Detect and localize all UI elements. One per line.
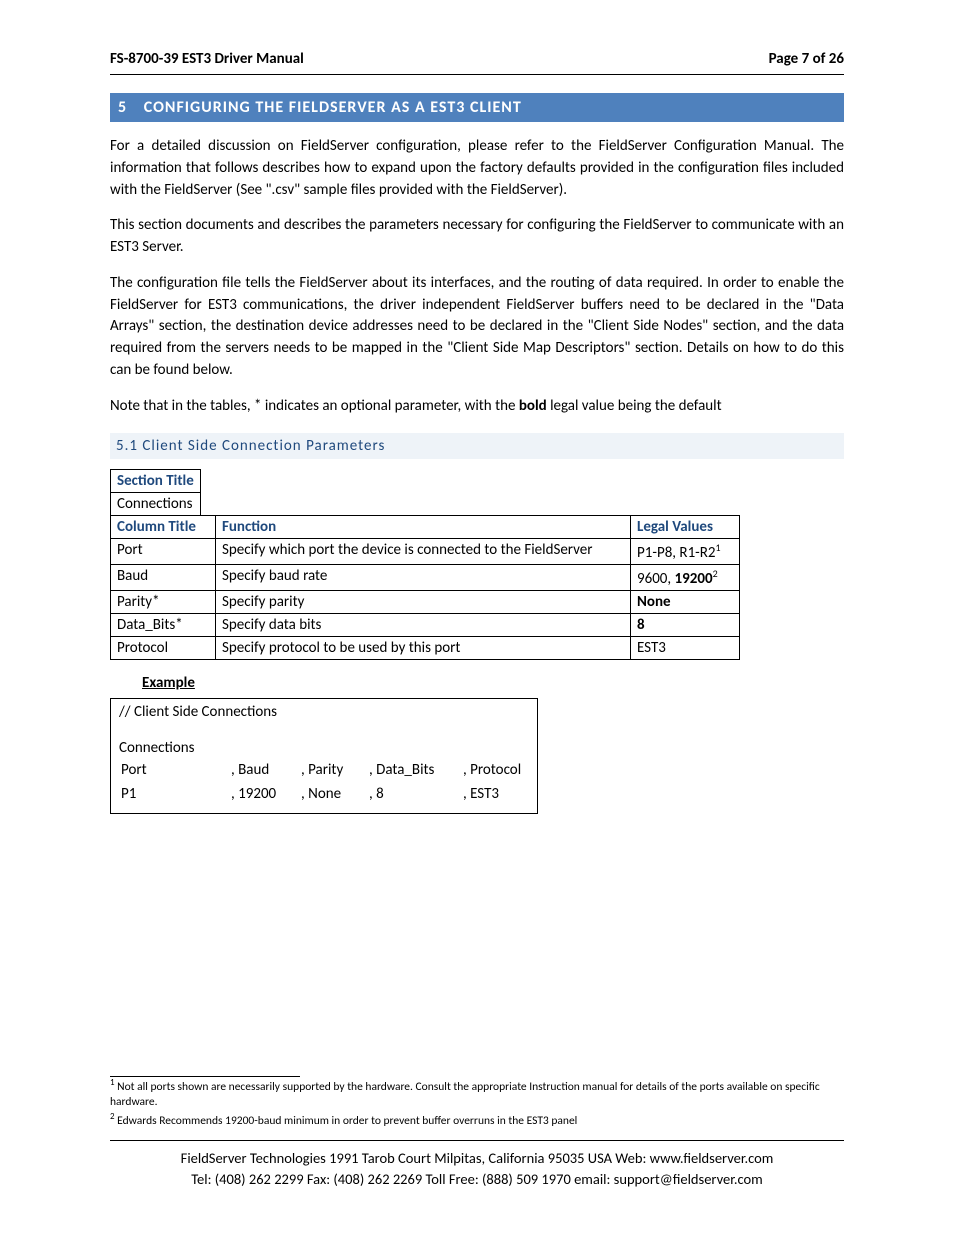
header-right: Page 7 of 26 xyxy=(769,50,844,68)
subsection-heading: 5.1 Client Side Connection Parameters xyxy=(110,433,844,459)
cell: EST3 xyxy=(631,637,740,660)
section-title: CONFIGURING THE FIELDSERVER AS A EST3 CL… xyxy=(144,98,522,117)
footnote-text: Edwards Recommends 19200-baud minimum in… xyxy=(115,1113,578,1127)
cell: Specify which port the device is connect… xyxy=(216,539,631,565)
example-line: Connections xyxy=(119,739,529,757)
cell: , 19200 xyxy=(225,783,293,805)
cell: Port xyxy=(111,539,216,565)
cell-bold: 8 xyxy=(637,616,645,634)
table-row: Protocol Specify protocol to be used by … xyxy=(111,637,740,660)
cell: , Baud xyxy=(225,759,293,781)
table-row: Connections xyxy=(111,493,201,516)
footer-rule xyxy=(110,1140,844,1141)
cell: Specify data bits xyxy=(216,614,631,637)
parameters-table-body: Column Title Function Legal Values Port … xyxy=(110,515,740,660)
footnote-ref: 2 xyxy=(713,567,718,580)
table-row: Baud Specify baud rate 9600, 192002 xyxy=(111,565,740,591)
cell: , Protocol xyxy=(457,759,527,781)
paragraph-1: For a detailed discussion on FieldServer… xyxy=(110,136,844,201)
p4-bold: bold xyxy=(519,397,547,415)
paragraph-2: This section documents and describes the… xyxy=(110,215,844,259)
cell: Baud xyxy=(111,565,216,591)
section-title-value: Connections xyxy=(111,493,201,516)
cell-bold: 19200 xyxy=(675,570,713,588)
cell: None xyxy=(631,591,740,614)
footnote-1: 1 Not all ports shown are necessarily su… xyxy=(110,1077,844,1111)
cell: , Data_Bits xyxy=(363,759,455,781)
table-row: Port Specify which port the device is co… xyxy=(111,539,740,565)
table-row: Column Title Function Legal Values xyxy=(111,516,740,539)
cell: , Parity xyxy=(295,759,361,781)
paragraph-4: Note that in the tables, * indicates an … xyxy=(110,396,844,418)
cell: , None xyxy=(295,783,361,805)
page-footer: FieldServer Technologies 1991 Tarob Cour… xyxy=(110,1148,844,1189)
cell: Specify parity xyxy=(216,591,631,614)
table-row: Data_Bits* Specify data bits 8 xyxy=(111,614,740,637)
col-header: Column Title xyxy=(111,516,216,539)
footnote-2: 2 Edwards Recommends 19200-baud minimum … xyxy=(110,1111,844,1129)
section-title-header: Section Title xyxy=(111,470,201,493)
footnote-text: Not all ports shown are necessarily supp… xyxy=(110,1080,820,1110)
cell-text: 9600, xyxy=(637,570,675,588)
footnotes: 1 Not all ports shown are necessarily su… xyxy=(110,1076,844,1129)
footer-line-2: Tel: (408) 262 2299 Fax: (408) 262 2269 … xyxy=(110,1169,844,1189)
header-left: FS-8700-39 EST3 Driver Manual xyxy=(110,50,304,68)
table-row: Port , Baud , Parity , Data_Bits , Proto… xyxy=(121,759,527,781)
example-inner-table: Port , Baud , Parity , Data_Bits , Proto… xyxy=(119,757,529,807)
spacer xyxy=(119,721,529,739)
p4-pre: Note that in the tables, * indicates an … xyxy=(110,397,519,415)
paragraph-3: The configuration file tells the FieldSe… xyxy=(110,273,844,382)
col-header: Function xyxy=(216,516,631,539)
section-number: 5 xyxy=(118,98,139,117)
example-cell: // Client Side Connections Connections P… xyxy=(111,699,538,814)
cell: Specify protocol to be used by this port xyxy=(216,637,631,660)
cell: Protocol xyxy=(111,637,216,660)
section-heading: 5 CONFIGURING THE FIELDSERVER AS A EST3 … xyxy=(110,93,844,122)
cell: Port xyxy=(121,759,223,781)
example-table: // Client Side Connections Connections P… xyxy=(110,698,538,814)
cell-bold: None xyxy=(637,593,671,611)
cell: P1-P8, R1-R21 xyxy=(631,539,740,565)
cell: , 8 xyxy=(363,783,455,805)
example-line: // Client Side Connections xyxy=(119,703,529,721)
cell: Data_Bits* xyxy=(111,614,216,637)
footer-line-1: FieldServer Technologies 1991 Tarob Cour… xyxy=(110,1148,844,1168)
page: FS-8700-39 EST3 Driver Manual Page 7 of … xyxy=(0,0,954,1235)
cell: P1 xyxy=(121,783,223,805)
footnote-ref: 1 xyxy=(716,541,721,554)
table-row: Parity* Specify parity None xyxy=(111,591,740,614)
cell: 8 xyxy=(631,614,740,637)
example-label: Example xyxy=(142,674,844,692)
cell: 9600, 192002 xyxy=(631,565,740,591)
table-row: P1 , 19200 , None , 8 , EST3 xyxy=(121,783,527,805)
page-header: FS-8700-39 EST3 Driver Manual Page 7 of … xyxy=(110,50,844,75)
table-row: // Client Side Connections Connections P… xyxy=(111,699,538,814)
p4-post: legal value being the default xyxy=(547,397,722,415)
table-row: Section Title xyxy=(111,470,201,493)
cell: Parity* xyxy=(111,591,216,614)
cell: , EST3 xyxy=(457,783,527,805)
cell: Specify baud rate xyxy=(216,565,631,591)
cell-text: P1-P8, R1-R2 xyxy=(637,544,716,562)
col-header: Legal Values xyxy=(631,516,740,539)
parameters-table: Section Title Connections xyxy=(110,469,201,516)
